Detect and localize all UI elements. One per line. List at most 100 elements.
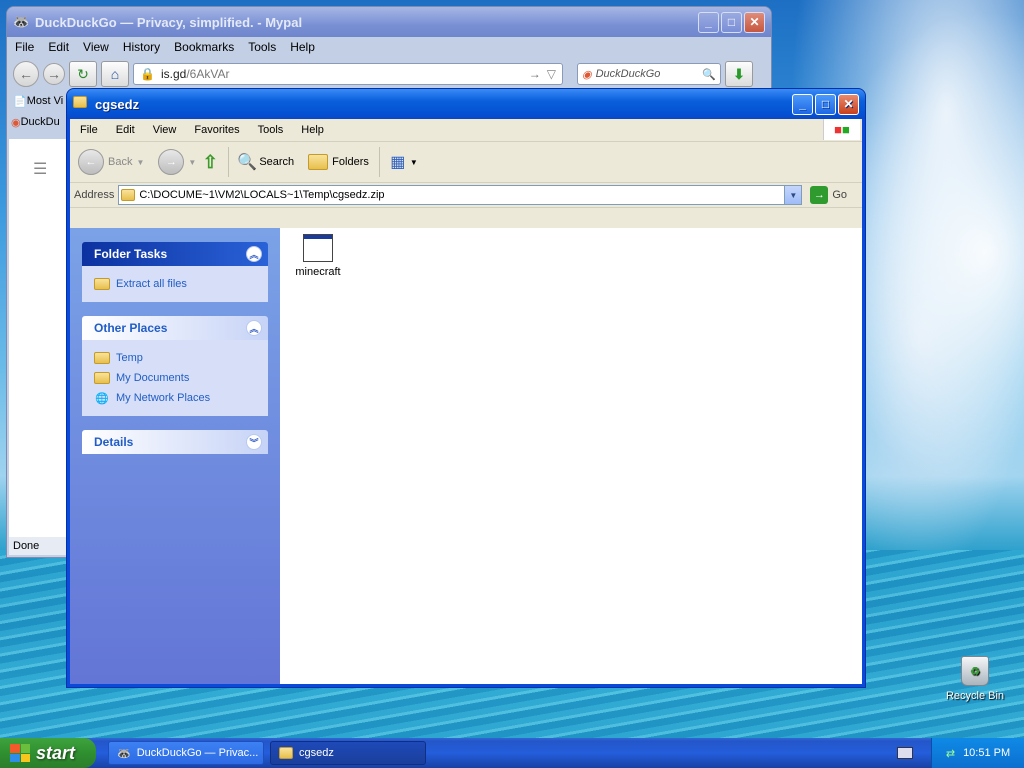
browser-content[interactable]: ☰ <box>9 139 69 541</box>
explorer-toolbar: ← Back ▼ → ▼ ⇧ 🔍 Search Folders ▦ ▼ <box>70 142 862 183</box>
folders-button[interactable]: Folders <box>308 154 369 170</box>
documents-folder-icon <box>94 372 110 384</box>
folders-icon <box>308 154 329 170</box>
recycle-bin-desktop-icon[interactable]: ♻ Recycle Bin <box>940 656 1010 702</box>
go-arrow-icon: → <box>810 186 829 204</box>
views-button[interactable]: ▦ ▼ <box>390 154 418 171</box>
forward-dropdown-icon[interactable]: ▼ <box>188 158 196 167</box>
maximize-button[interactable]: □ <box>815 93 836 115</box>
menu-bookmarks[interactable]: Bookmarks <box>174 40 234 54</box>
network-tray-icon[interactable]: ⇄ <box>946 747 955 760</box>
details-title: Details <box>94 435 134 449</box>
back-dropdown-icon[interactable]: ▼ <box>136 158 144 167</box>
start-button[interactable]: start <box>0 738 96 768</box>
place-temp-link[interactable]: Temp <box>94 348 258 368</box>
file-name: minecraft <box>295 266 341 278</box>
place-network-link[interactable]: 🌐 My Network Places <box>94 388 258 408</box>
browser-menubar: File Edit View History Bookmarks Tools H… <box>7 37 771 57</box>
recycle-bin-label: Recycle Bin <box>945 690 1005 702</box>
views-dropdown-icon: ▼ <box>409 157 418 167</box>
file-item[interactable]: minecraft <box>290 234 346 278</box>
back-button[interactable]: ← Back ▼ <box>78 149 144 175</box>
menu-edit[interactable]: Edit <box>48 40 69 54</box>
menu-file[interactable]: File <box>80 124 98 136</box>
menu-tools[interactable]: Tools <box>258 124 284 136</box>
taskbar-button-browser[interactable]: 🦝 DuckDuckGo — Privac... <box>108 741 264 765</box>
other-places-header[interactable]: Other Places ︽ <box>82 316 268 340</box>
status-bar: Done <box>9 537 69 555</box>
explorer-titlebar[interactable]: cgsedz _ □ ✕ <box>67 89 865 119</box>
explorer-title: cgsedz <box>95 96 140 112</box>
collapse-chevron-icon[interactable]: ︽ <box>246 246 262 262</box>
home-button[interactable]: ⌂ <box>101 61 129 87</box>
browser-navbar: ← → ↻ ⌂ 🔒 is.gd/6AkVAr → ▽ ◉ DuckDuckGo … <box>7 57 771 91</box>
keyboard-layout-icon[interactable] <box>897 747 913 759</box>
hamburger-menu-icon[interactable]: ☰ <box>33 159 47 179</box>
forward-button[interactable]: → ▼ <box>158 149 196 175</box>
browser-app-icon: 🦝 <box>13 14 30 29</box>
details-header[interactable]: Details ︾ <box>82 430 268 454</box>
download-icon: ⬇ <box>733 65 745 82</box>
duckduckgo-engine-icon[interactable]: ◉ <box>582 68 592 81</box>
up-folder-button[interactable]: ⇧ <box>202 152 218 172</box>
address-dropdown-icon[interactable]: ▼ <box>784 186 802 204</box>
browser-titlebar[interactable]: 🦝 DuckDuckGo — Privacy, simplified. - My… <box>7 7 771 37</box>
windows-flag-icon <box>10 744 30 762</box>
maximize-button[interactable]: □ <box>721 11 742 33</box>
views-grid-icon: ▦ <box>390 154 406 171</box>
reload-button[interactable]: ↻ <box>69 61 97 87</box>
minimize-button[interactable]: _ <box>792 93 813 115</box>
close-button[interactable]: ✕ <box>744 11 765 33</box>
extract-all-files-link[interactable]: Extract all files <box>94 274 258 294</box>
address-value: C:\DOCUME~1\VM2\LOCALS~1\Temp\cgsedz.zip <box>139 189 385 201</box>
clock[interactable]: 10:51 PM <box>963 747 1010 759</box>
menu-favorites[interactable]: Favorites <box>194 124 239 136</box>
forward-button[interactable]: → <box>43 63 65 85</box>
file-list-pane[interactable]: minecraft <box>280 228 862 684</box>
back-label: Back <box>108 156 133 168</box>
download-button[interactable]: ⬇ <box>725 61 753 87</box>
menu-view[interactable]: View <box>153 124 177 136</box>
application-file-icon <box>303 234 333 262</box>
menu-history[interactable]: History <box>123 40 160 54</box>
menu-help[interactable]: Help <box>290 40 315 54</box>
folder-icon <box>94 352 110 364</box>
task-pane: Folder Tasks ︽ Extract all files Other P… <box>70 228 280 684</box>
url-dropdown-icon[interactable]: ▽ <box>547 67 556 81</box>
reload-icon: ↻ <box>77 65 89 82</box>
go-button[interactable]: → Go <box>810 186 847 204</box>
bookmark-most-visited[interactable]: Most Vi <box>27 95 63 107</box>
search-bar[interactable]: ◉ DuckDuckGo 🔍 <box>577 63 721 85</box>
menu-view[interactable]: View <box>83 40 109 54</box>
expand-chevron-icon[interactable]: ︾ <box>246 434 262 450</box>
recycle-bin-icon: ♻ <box>961 656 989 686</box>
extract-all-files-label: Extract all files <box>116 278 187 290</box>
back-arrow-icon: ← <box>19 66 33 82</box>
address-input[interactable]: C:\DOCUME~1\VM2\LOCALS~1\Temp\cgsedz.zip… <box>118 185 803 205</box>
url-host: is.gd <box>160 67 187 81</box>
back-arrow-icon: ← <box>78 149 104 175</box>
start-label: start <box>36 742 76 763</box>
taskbar-button-explorer[interactable]: cgsedz <box>270 741 426 765</box>
url-bar[interactable]: 🔒 is.gd/6AkVAr → ▽ <box>133 63 563 85</box>
close-button[interactable]: ✕ <box>838 93 859 115</box>
menu-edit[interactable]: Edit <box>116 124 135 136</box>
magnifier-icon[interactable]: 🔍 <box>702 68 716 81</box>
explorer-window[interactable]: cgsedz _ □ ✕ File Edit View Favorites To… <box>66 88 866 688</box>
menu-tools[interactable]: Tools <box>248 40 276 54</box>
go-arrow-icon[interactable]: → <box>529 67 541 81</box>
search-button[interactable]: 🔍 Search <box>237 154 295 171</box>
folder-tasks-header[interactable]: Folder Tasks ︽ <box>82 242 268 266</box>
search-label: Search <box>259 156 295 168</box>
collapse-chevron-icon[interactable]: ︽ <box>246 320 262 336</box>
minimize-button[interactable]: _ <box>698 11 719 33</box>
place-my-documents-link[interactable]: My Documents <box>94 368 258 388</box>
explorer-menubar: File Edit View Favorites Tools Help ■ ■ <box>70 119 862 142</box>
menu-help[interactable]: Help <box>301 124 324 136</box>
lock-icon: 🔒 <box>140 67 155 81</box>
back-button[interactable]: ← <box>13 61 39 87</box>
menu-file[interactable]: File <box>15 40 34 54</box>
folder-tasks-panel: Folder Tasks ︽ Extract all files <box>82 242 268 302</box>
extract-icon <box>94 278 110 290</box>
tab-duckduckgo[interactable]: DuckDu <box>21 116 60 128</box>
